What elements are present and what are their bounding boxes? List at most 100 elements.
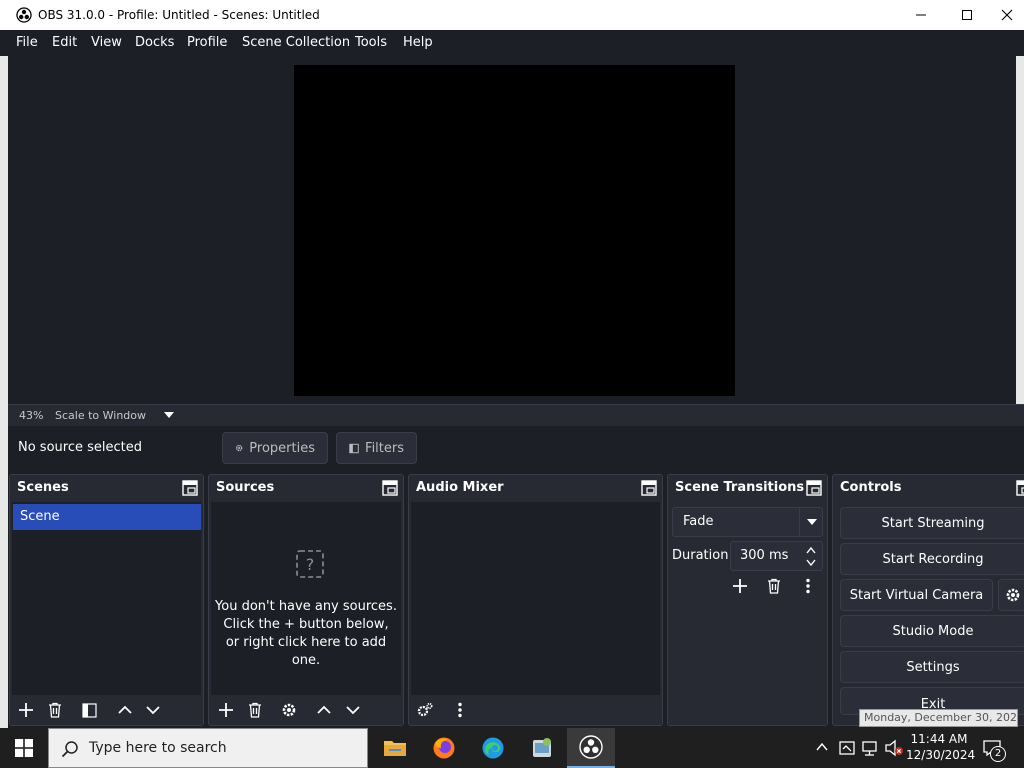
duration-spinbox[interactable]: 300 ms [730, 541, 823, 571]
add-transition-button[interactable] [728, 574, 752, 598]
advanced-audio-properties-button[interactable] [413, 698, 437, 722]
studio-mode-button[interactable]: Studio Mode [840, 615, 1024, 647]
notifications-button[interactable]: 2 [980, 736, 1006, 762]
security-tray-icon[interactable] [838, 739, 856, 757]
plus-icon [733, 579, 747, 593]
network-icon[interactable] [861, 739, 879, 757]
folder-icon [384, 741, 406, 756]
controls-dock: Controls Start Streaming Start Recording… [832, 474, 1024, 726]
add-source-button[interactable] [214, 698, 238, 722]
menu-docks[interactable]: Docks [135, 35, 174, 51]
filters-label: Filters [365, 440, 404, 456]
audio-mixer-area[interactable] [411, 502, 660, 695]
filters-button[interactable]: Filters [336, 432, 417, 464]
notification-count-badge: 2 [990, 746, 1006, 762]
chevron-down-icon [146, 706, 160, 715]
firefox-taskbar-button[interactable] [420, 728, 468, 768]
properties-button[interactable]: Properties [222, 432, 328, 464]
sources-dock-header: Sources [209, 475, 403, 501]
scenes-dock-header: Scenes [10, 475, 203, 501]
trash-icon [49, 702, 61, 718]
sources-list[interactable]: ? You don't have any sources. Click the … [211, 502, 401, 695]
chevron-up-icon[interactable] [816, 742, 828, 752]
transition-select-value: Fade [683, 514, 714, 529]
undock-icon[interactable] [805, 479, 823, 497]
question-mark-icon: ? [296, 550, 324, 578]
transition-menu-button[interactable] [796, 574, 820, 598]
clock-time: 11:44 AM [910, 732, 968, 746]
scene-list-item[interactable]: Scene [13, 504, 201, 530]
menu-file[interactable]: File [16, 35, 38, 51]
start-virtual-camera-button[interactable]: Start Virtual Camera [840, 579, 993, 611]
add-scene-button[interactable] [14, 698, 38, 722]
app-icon [533, 738, 551, 757]
move-source-up-button[interactable] [312, 698, 336, 722]
taskbar-search-box[interactable]: Type here to search [48, 728, 368, 768]
audio-mixer-menu-button[interactable] [448, 698, 472, 722]
kebab-icon [806, 578, 810, 594]
taskbar-clock[interactable]: 11:44 AM 12/30/2024 [906, 731, 976, 763]
window-title-bar: OBS 31.0.0 - Profile: Untitled - Scenes:… [0, 0, 1024, 30]
window-left-edge [0, 56, 8, 728]
gear-icon [417, 702, 433, 717]
chevron-up-icon[interactable] [806, 546, 816, 554]
close-button[interactable] [990, 0, 1024, 30]
minimize-button[interactable] [898, 0, 944, 30]
preview-canvas[interactable] [294, 65, 735, 396]
obs-logo-icon [579, 735, 603, 759]
empty-sources-line-1: You don't have any sources. [215, 599, 397, 614]
minimize-icon [916, 14, 926, 16]
undock-icon[interactable] [1015, 479, 1024, 497]
plus-icon [219, 703, 233, 717]
chevron-down-icon [807, 519, 817, 525]
settings-button[interactable]: Settings [840, 651, 1024, 683]
move-scene-down-button[interactable] [141, 698, 165, 722]
move-source-down-button[interactable] [341, 698, 365, 722]
edge-taskbar-button[interactable] [469, 728, 517, 768]
menu-view[interactable]: View [91, 35, 122, 51]
undock-icon[interactable] [381, 479, 399, 497]
start-button[interactable] [0, 728, 48, 768]
start-streaming-button[interactable]: Start Streaming [840, 507, 1024, 539]
remove-transition-button[interactable] [762, 574, 786, 598]
date-tooltip: Monday, December 30, 2024 [859, 709, 1018, 727]
filter-icon [349, 443, 359, 453]
undock-icon[interactable] [640, 479, 658, 497]
virtual-camera-settings-button[interactable] [998, 579, 1024, 611]
select-divider [799, 508, 800, 536]
scenes-dock-title: Scenes [17, 480, 69, 495]
scene-filters-button[interactable] [77, 698, 101, 722]
start-recording-button[interactable]: Start Recording [840, 543, 1024, 575]
menu-edit[interactable]: Edit [52, 35, 77, 51]
volume-muted-icon[interactable] [884, 739, 904, 757]
audio-mixer-dock: Audio Mixer [408, 474, 663, 726]
maximize-icon [962, 10, 972, 20]
clock-date: 12/30/2024 [906, 748, 976, 762]
scene-transitions-dock-title: Scene Transitions [675, 480, 805, 495]
edge-icon [482, 737, 504, 759]
scenes-list[interactable]: Scene [12, 502, 201, 695]
remove-scene-button[interactable] [43, 698, 67, 722]
app-taskbar-button[interactable] [518, 728, 566, 768]
menu-profile[interactable]: Profile [187, 35, 227, 51]
empty-sources-line-2: Click the + button below, [223, 617, 389, 632]
undock-icon[interactable] [181, 479, 199, 497]
obs-taskbar-button[interactable] [567, 728, 615, 768]
file-explorer-taskbar-button[interactable] [371, 728, 419, 768]
menu-tools[interactable]: Tools [355, 35, 387, 51]
menu-scene-collection[interactable]: Scene Collection [242, 35, 350, 51]
transition-select[interactable]: Fade [672, 507, 823, 537]
menu-bar: File Edit View Docks Profile Scene Colle… [0, 30, 1024, 56]
duration-value: 300 ms [740, 548, 789, 563]
scale-mode-select[interactable]: Scale to Window [55, 409, 146, 422]
chevron-down-icon[interactable] [164, 411, 174, 419]
chevron-down-icon[interactable] [806, 559, 816, 567]
move-scene-up-button[interactable] [113, 698, 137, 722]
menu-help[interactable]: Help [403, 35, 433, 51]
remove-source-button[interactable] [243, 698, 267, 722]
source-properties-button[interactable] [277, 698, 301, 722]
source-context-bar [8, 426, 1024, 470]
vertical-scrollbar[interactable] [1016, 56, 1024, 404]
maximize-button[interactable] [944, 0, 990, 30]
chevron-up-icon [118, 705, 132, 714]
